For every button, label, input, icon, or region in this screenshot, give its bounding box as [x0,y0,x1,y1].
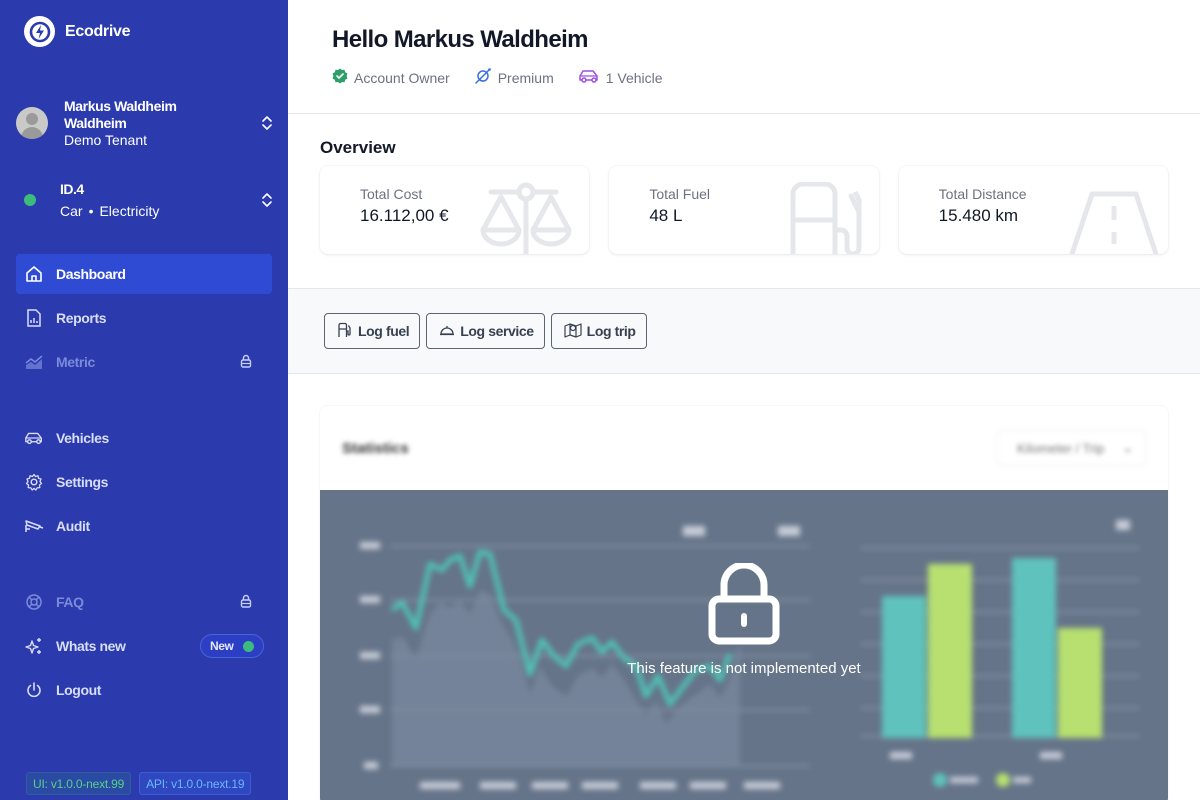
page-title: Hello Markus Waldheim [332,26,589,53]
api-version-badge: API: v1.0.0-next.19 [139,772,252,795]
separator: • [88,203,94,219]
log-fuel-button[interactable]: Log fuel [324,313,421,349]
secondary-nav: Vehicles Settings Audit [16,418,272,550]
account-owner-badge: Account Owner [332,67,450,88]
service-bell-icon [439,322,455,341]
log-trip-button[interactable]: Log trip [550,313,647,349]
chevron-up-down-icon [260,114,274,132]
vehicle-switcher[interactable]: ID.4 Car • Electricity [16,178,274,222]
brand-name: Ecodrive [65,22,131,40]
vehicle-fuel: Electricity [99,203,160,219]
tenant-name: Demo Tenant [64,131,148,148]
gear-icon [24,472,44,492]
overview-section: Overview Total Cost 16.112,00 € Total Fu… [288,114,1200,289]
page-header: Hello Markus Waldheim Account Owner Prem… [288,0,1200,114]
car-icon [24,428,44,448]
vehicle-name: ID.4 [60,181,84,197]
select-value: Kilometer / Trip [1017,440,1105,456]
button-label: Log trip [586,323,636,339]
not-implemented-message: This feature is not implemented yet [627,660,861,677]
sidebar-item-label: Reports [56,310,107,326]
brand[interactable]: Ecodrive [24,16,130,47]
sidebar-item-vehicles[interactable]: Vehicles [16,418,272,458]
home-icon [24,264,44,284]
button-label: Log fuel [358,323,410,339]
lock-icon [708,561,780,650]
not-implemented-overlay: This feature is not implemented yet [320,490,1168,800]
verified-badge-icon [332,68,348,87]
overview-title: Overview [320,138,396,157]
sidebar-item-label: Audit [56,518,90,534]
user-name: Markus Waldheim Waldheim [64,97,177,131]
statistics-title: Statistics [342,439,409,457]
vehicle-status-dot [24,194,36,206]
total-cost-card: Total Cost 16.112,00 € [320,166,590,254]
chevron-up-down-icon [260,191,274,209]
sidebar-item-label: Whats new [56,638,126,654]
version-info: UI: v1.0.0-next.99 API: v1.0.0-next.19 [26,772,252,795]
sidebar-item-label: Dashboard [56,266,126,282]
sidebar-item-label: Metric [56,354,95,370]
report-file-icon [24,308,44,328]
power-icon [24,680,44,700]
new-badge-label: New [210,639,234,653]
fuel-pump-icon [785,181,875,254]
statistics-locked-area: This feature is not implemented yet [320,490,1168,800]
car-icon [578,68,600,87]
avatar [16,107,48,139]
vehicle-count-badge: 1 Vehicle [578,67,663,88]
primary-nav: Dashboard Reports Metric [16,254,272,386]
chart-area-icon [24,352,44,372]
badge-label: Premium [497,69,554,86]
sparkles-icon [24,636,44,656]
sidebar-item-whats-new[interactable]: Whats new New [16,626,272,666]
sidebar-item-label: Vehicles [56,430,109,446]
quick-actions: Log fuel Log service Log trip [288,289,1200,374]
badge-label: 1 Vehicle [605,69,663,86]
main-content: Hello Markus Waldheim Account Owner Prem… [288,0,1200,800]
sidebar-item-reports[interactable]: Reports [16,298,272,338]
chevron-down-icon: ⌄ [1122,440,1134,455]
badge-label: Account Owner [354,69,450,86]
lock-icon [240,594,252,611]
statistics-metric-select: Kilometer / Trip ⌄ [996,430,1146,466]
scale-icon [471,182,581,254]
map-pin-icon [564,322,582,341]
planet-icon [474,67,492,88]
sidebar-item-faq: FAQ [16,582,272,622]
sidebar-item-logout[interactable]: Logout [16,670,272,710]
ui-version-badge: UI: v1.0.0-next.99 [26,772,132,795]
statistics-card: Statistics Kilometer / Trip ⌄ This featu… [320,406,1168,800]
sidebar: Ecodrive Markus Waldheim Waldheim Demo T… [0,0,288,800]
sidebar-item-settings[interactable]: Settings [16,462,272,502]
log-service-button[interactable]: Log service [426,313,545,349]
ecodrive-logo-icon [24,16,55,47]
sidebar-item-metric: Metric [16,342,272,382]
account-meta: Account Owner Premium 1 Vehicle [332,67,1156,88]
fuel-pump-icon [337,322,353,341]
button-label: Log service [460,323,534,339]
lifebuoy-icon [24,592,44,612]
security-camera-icon [24,516,44,536]
sidebar-item-label: FAQ [56,594,84,610]
road-icon [1066,190,1162,254]
sidebar-item-audit[interactable]: Audit [16,506,272,546]
new-indicator-dot [243,640,255,652]
lock-icon [240,354,252,371]
sidebar-item-dashboard[interactable]: Dashboard [16,254,272,294]
premium-badge: Premium [474,67,554,88]
user-switcher[interactable]: Markus Waldheim Waldheim Demo Tenant [16,96,274,150]
sidebar-item-label: Settings [56,474,109,490]
vehicle-type: Car [60,203,83,219]
sidebar-item-label: Logout [56,682,102,698]
tertiary-nav: FAQ Whats new New Logout [16,582,272,714]
total-distance-card: Total Distance 15.480 km [898,166,1168,254]
total-fuel-card: Total Fuel 48 L [609,166,879,254]
new-badge: New [200,634,264,658]
